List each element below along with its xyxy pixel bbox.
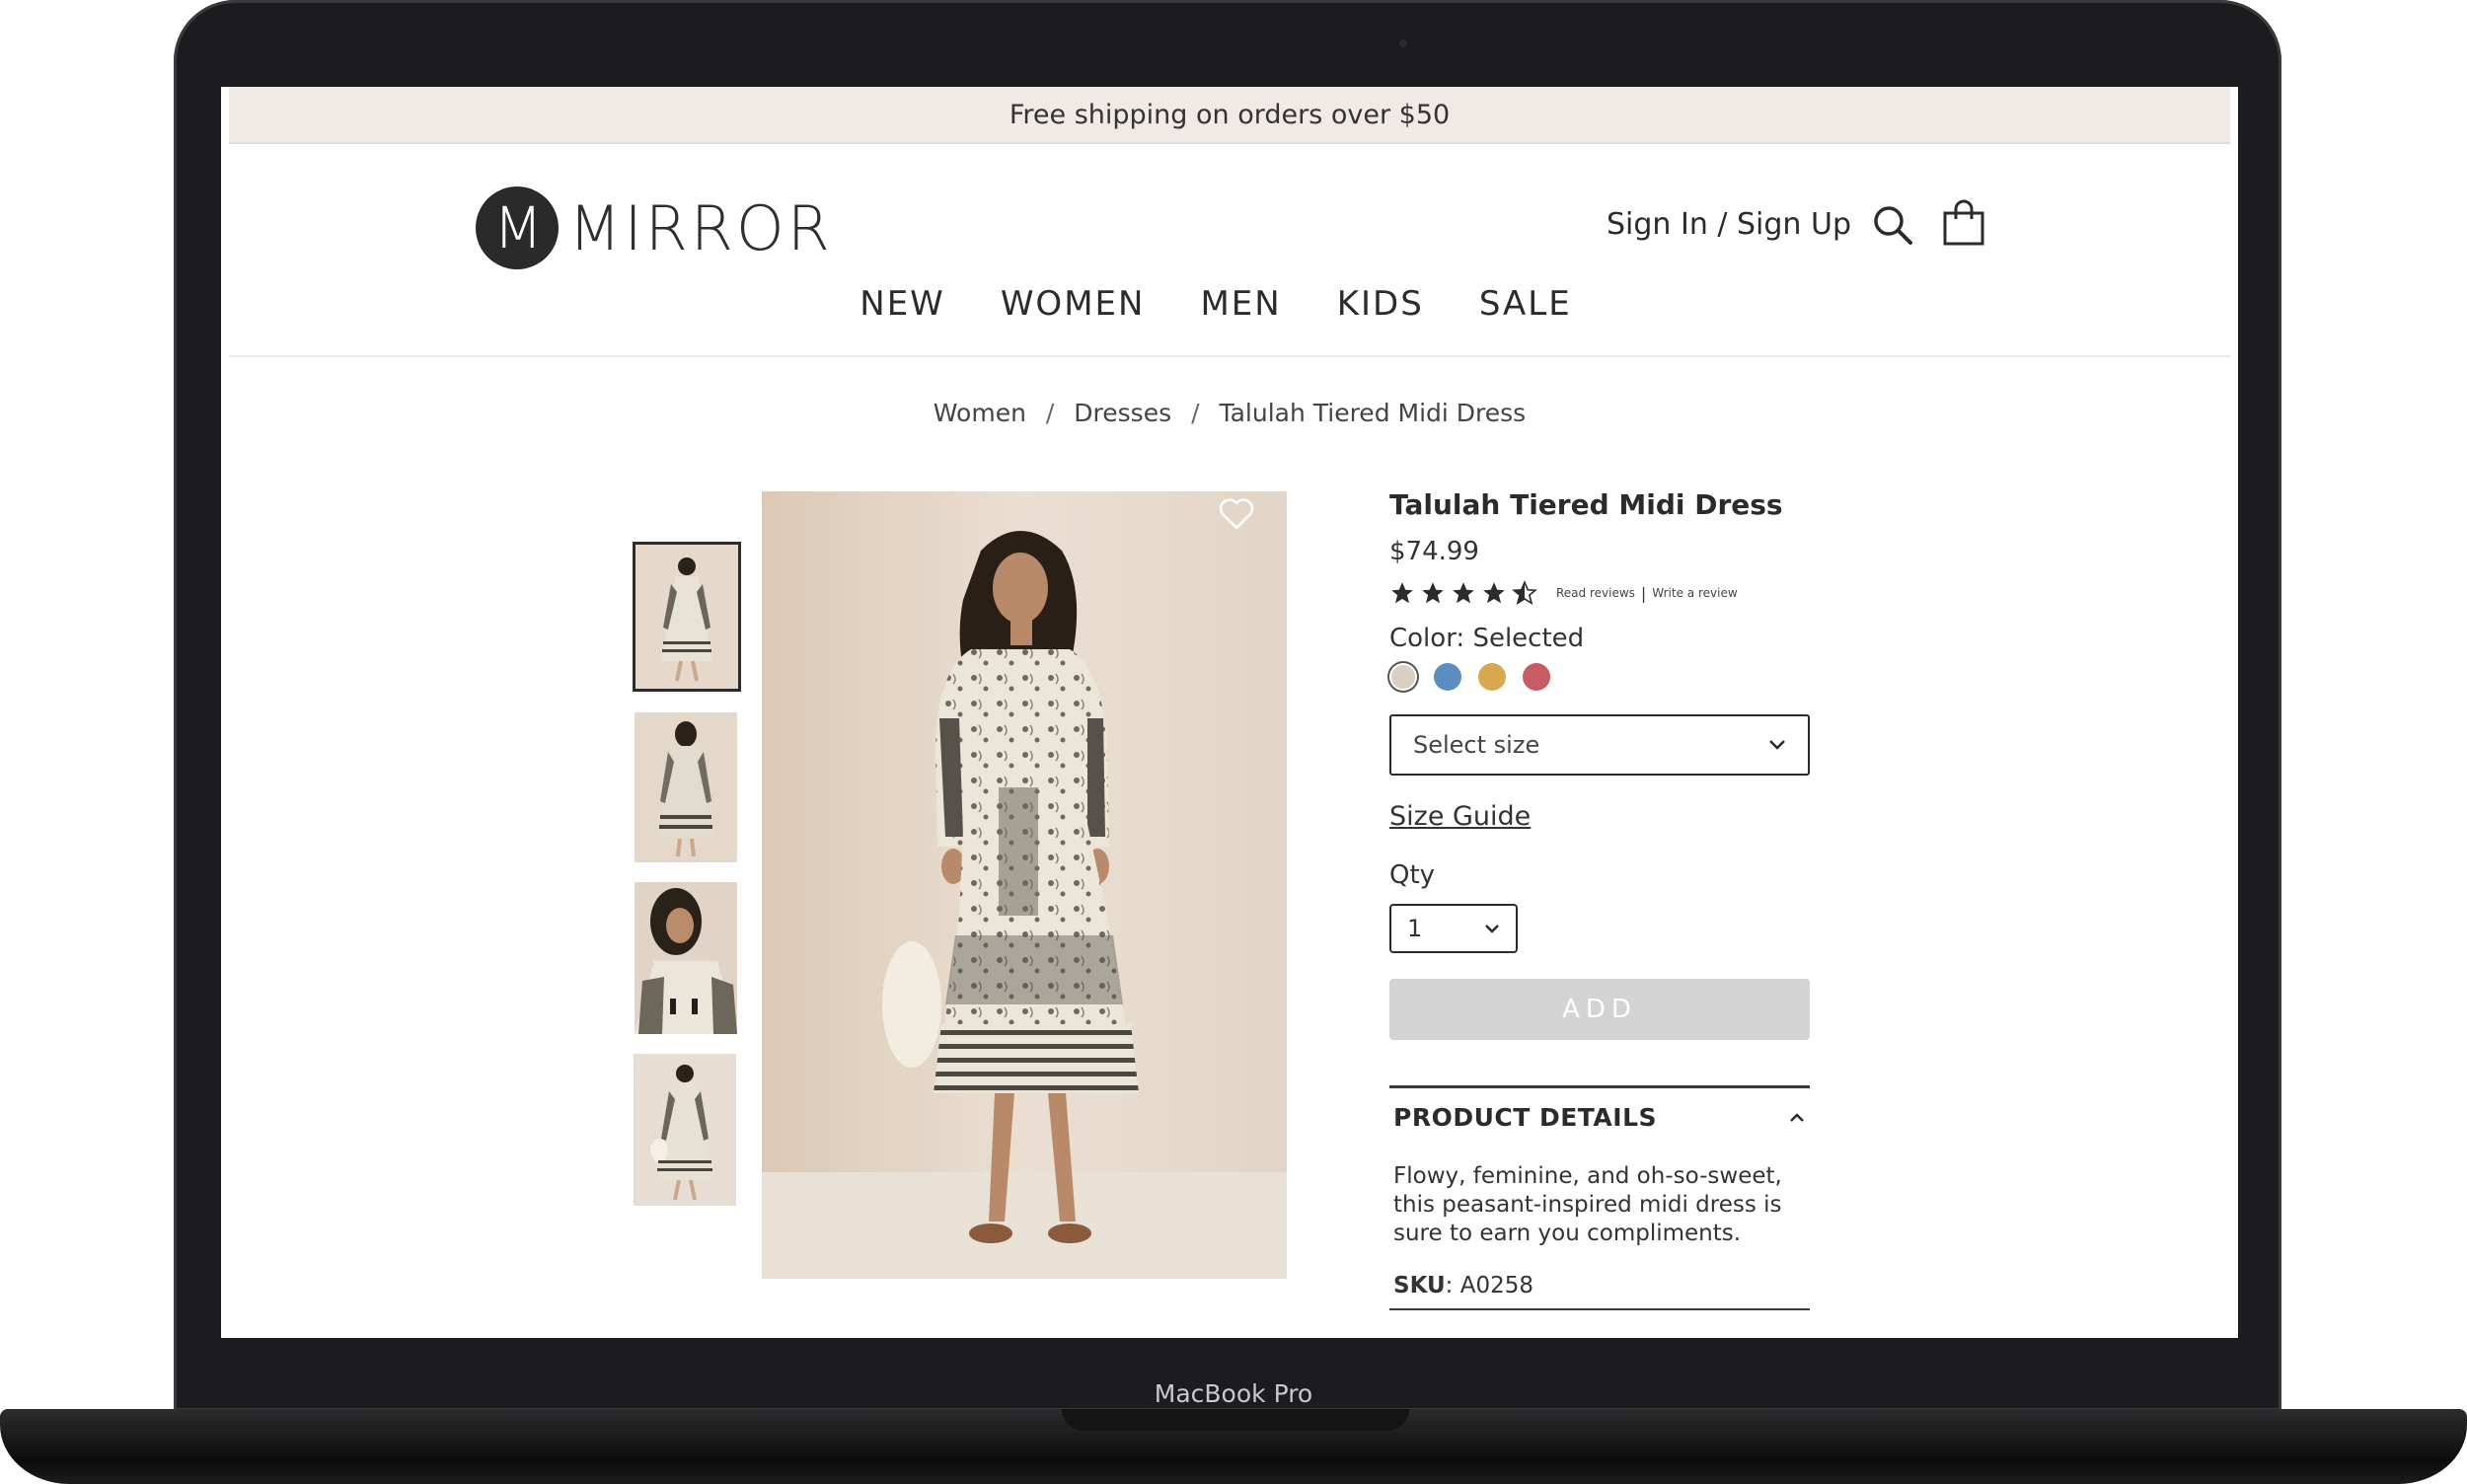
breadcrumb-separator: /	[1045, 399, 1055, 427]
dress-thumbnail-image	[635, 882, 737, 1034]
product-title: Talulah Tiered Midi Dress	[1389, 488, 1783, 521]
product-details-toggle[interactable]: PRODUCT DETAILS	[1393, 1103, 1806, 1132]
details-divider-top	[1389, 1085, 1810, 1088]
swatch-beige[interactable]	[1391, 665, 1415, 689]
color-swatches	[1389, 663, 1567, 691]
product-price: $74.99	[1389, 537, 1479, 566]
swatch-blue[interactable]	[1434, 663, 1461, 691]
dress-thumbnail-image	[635, 545, 738, 689]
size-guide-link[interactable]: Size Guide	[1389, 801, 1531, 832]
heart-icon[interactable]	[1218, 497, 1255, 531]
thumbnail-4[interactable]	[634, 1054, 736, 1206]
sign-in-link[interactable]: Sign In / Sign Up	[1607, 207, 1851, 242]
thumbnail-3[interactable]	[635, 882, 737, 1034]
main-nav: NEW WOMEN MEN KIDS SALE	[221, 284, 2238, 324]
chevron-down-icon	[1769, 740, 1785, 750]
device-label: MacBook Pro	[1154, 1379, 1313, 1408]
logo-mark: M	[476, 186, 559, 269]
search-icon[interactable]	[1871, 203, 1914, 247]
header-divider	[229, 355, 2230, 357]
breadcrumb-separator: /	[1191, 399, 1200, 427]
site-logo[interactable]: M MIRROR	[476, 186, 833, 269]
dress-thumbnail-image	[635, 712, 737, 862]
size-select-value: Select size	[1413, 731, 1540, 759]
review-divider: |	[1640, 583, 1647, 603]
nav-item-kids[interactable]: KIDS	[1337, 284, 1424, 324]
sku-label: SKU	[1393, 1273, 1446, 1298]
sku: SKU: A0258	[1393, 1273, 1533, 1298]
nav-item-women[interactable]: WOMEN	[1001, 284, 1146, 324]
nav-item-new[interactable]: NEW	[860, 284, 945, 324]
breadcrumb-dresses[interactable]: Dresses	[1074, 399, 1171, 427]
rating-stars: Read reviews | Write a review	[1389, 580, 1738, 606]
star-icon	[1391, 582, 1413, 604]
dress-thumbnail-image	[634, 1054, 736, 1206]
half-star-icon	[1512, 580, 1537, 606]
dress-model-image	[762, 491, 1287, 1279]
add-to-bag-button[interactable]: ADD	[1389, 979, 1810, 1040]
nav-item-sale[interactable]: SALE	[1479, 284, 1572, 324]
qty-select[interactable]: 1	[1389, 904, 1518, 953]
browser-screen: Free shipping on orders over $50 M MIRRO…	[221, 87, 2238, 1338]
star-icon	[1483, 582, 1505, 604]
product-details-title: PRODUCT DETAILS	[1393, 1103, 1658, 1132]
promo-text: Free shipping on orders over $50	[1009, 99, 1451, 130]
size-select[interactable]: Select size	[1389, 714, 1810, 776]
sku-value: : A0258	[1445, 1273, 1533, 1298]
shopping-bag-icon[interactable]	[1942, 199, 1985, 247]
breadcrumb-current: Talulah Tiered Midi Dress	[1219, 399, 1527, 427]
swatch-rose[interactable]	[1523, 663, 1550, 691]
qty-label: Qty	[1389, 860, 1436, 890]
logo-letter: M	[492, 194, 543, 261]
thumbnail-1[interactable]	[633, 542, 741, 692]
star-icon	[1422, 582, 1444, 604]
review-links: Read reviews | Write a review	[1556, 584, 1738, 603]
chevron-up-icon	[1790, 1112, 1804, 1122]
qty-value: 1	[1407, 915, 1423, 942]
main-product-image[interactable]	[762, 491, 1287, 1279]
read-reviews-link[interactable]: Read reviews	[1556, 586, 1635, 600]
chevron-down-icon	[1485, 924, 1499, 933]
thumbnail-2[interactable]	[635, 712, 737, 862]
logo-text: MIRROR	[568, 191, 833, 264]
color-label: Color: Selected	[1389, 624, 1585, 653]
swatch-mustard[interactable]	[1478, 663, 1506, 691]
camera-dot	[1399, 39, 1407, 47]
write-review-link[interactable]: Write a review	[1652, 586, 1737, 600]
laptop-notch	[1062, 1409, 1409, 1431]
nav-item-men[interactable]: MEN	[1200, 284, 1281, 324]
details-divider-bottom	[1389, 1308, 1810, 1310]
product-description: Flowy, feminine, and oh-so-sweet, this p…	[1393, 1163, 1782, 1246]
breadcrumb: Women / Dresses / Talulah Tiered Midi Dr…	[221, 399, 2238, 427]
star-icon	[1453, 582, 1474, 604]
breadcrumb-women[interactable]: Women	[934, 399, 1026, 427]
promo-banner: Free shipping on orders over $50	[229, 87, 2230, 144]
